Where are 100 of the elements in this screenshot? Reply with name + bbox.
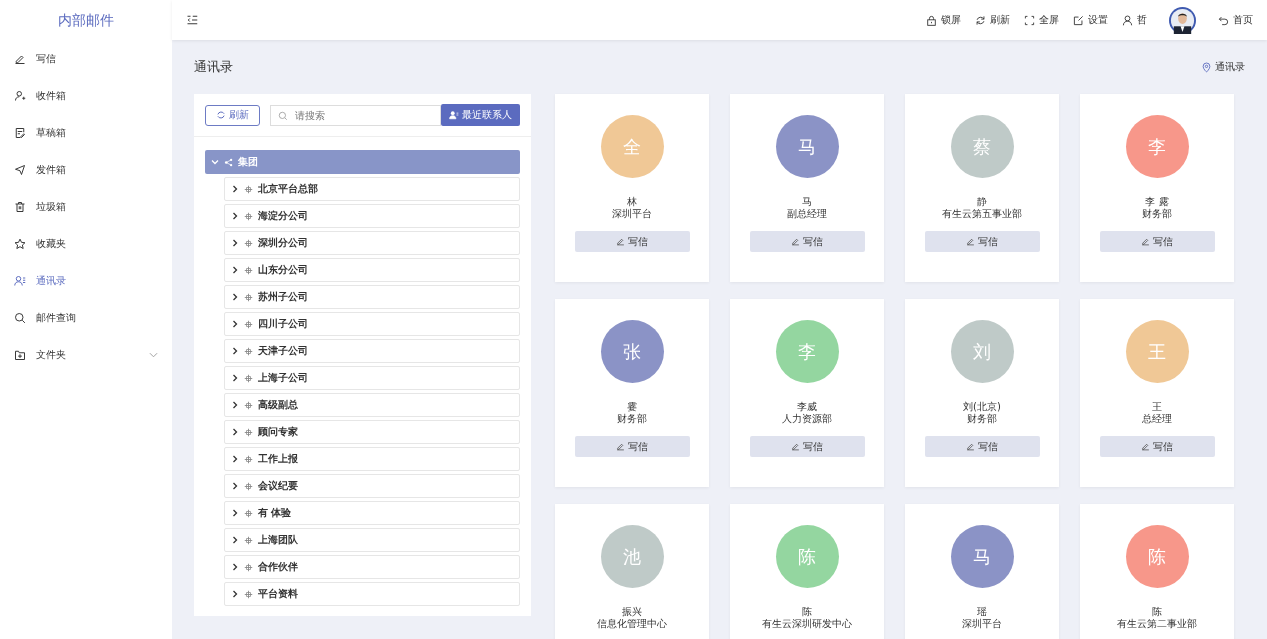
- tree-node[interactable]: 山东分公司: [224, 258, 520, 282]
- page-title: 通讯录: [194, 58, 233, 76]
- tree-node[interactable]: 苏州子公司: [224, 285, 520, 309]
- contact-name: 李 露: [1145, 196, 1169, 208]
- pencil-icon: [791, 237, 800, 246]
- node-icon: [244, 211, 253, 221]
- contact-avatar: 马: [775, 115, 839, 178]
- node-icon: [244, 508, 253, 518]
- contact-name: 瑶: [977, 606, 987, 618]
- write-mail-button[interactable]: 写信: [1099, 436, 1215, 457]
- toolbar-button[interactable]: 刷新: [975, 13, 1010, 27]
- contact-avatar: 李: [1125, 115, 1189, 178]
- sidebar-item[interactable]: 发件箱: [0, 151, 172, 188]
- toolbar-button[interactable]: 首页: [1218, 13, 1253, 27]
- refresh-icon: [975, 14, 986, 26]
- node-icon: [244, 292, 253, 302]
- menu-collapse-icon[interactable]: [186, 14, 198, 26]
- edit-icon: [1073, 14, 1084, 26]
- tree-node[interactable]: 深圳分公司: [224, 231, 520, 255]
- share-icon: [224, 157, 233, 167]
- pencil-icon: [966, 237, 975, 246]
- tree-node[interactable]: 会议纪要: [224, 474, 520, 498]
- sidebar-item[interactable]: 垃圾箱: [0, 188, 172, 225]
- contact-name: 静: [977, 196, 987, 208]
- recent-contacts-button[interactable]: 最近联系人: [441, 104, 520, 126]
- contact-name: 王: [1152, 401, 1162, 413]
- contact-name: 霎: [627, 401, 637, 413]
- contact-department: 财务部: [1142, 208, 1172, 220]
- node-icon: [244, 535, 253, 545]
- toolbar-button[interactable]: 设置: [1073, 13, 1108, 27]
- contact-department: 深圳平台: [962, 618, 1002, 630]
- sidebar-item[interactable]: 收藏夹: [0, 225, 172, 262]
- tree-node[interactable]: 四川子公司: [224, 312, 520, 336]
- sidebar-item[interactable]: 写信: [0, 40, 172, 77]
- contact-avatar: 马: [950, 525, 1014, 588]
- contact-name: 陈: [1152, 606, 1162, 618]
- refresh-icon: [216, 110, 226, 120]
- tree-node[interactable]: 高级副总: [224, 393, 520, 417]
- node-icon: [244, 184, 253, 194]
- tree-node[interactable]: 海淀分公司: [224, 204, 520, 228]
- pencil-icon: [616, 442, 625, 451]
- toolbar-button[interactable]: 哲: [1122, 13, 1147, 27]
- pencil-icon: [1141, 237, 1150, 246]
- contact-department: 总经理: [1142, 413, 1172, 425]
- tree-node[interactable]: 天津子公司: [224, 339, 520, 363]
- write-mail-button[interactable]: 写信: [1099, 231, 1215, 252]
- folder-icon: [14, 348, 26, 361]
- sidebar-item[interactable]: 通讯录: [0, 262, 172, 299]
- contact-name: 马: [802, 196, 812, 208]
- contact-department: 信息化管理中心: [597, 618, 667, 630]
- node-icon: [244, 319, 253, 329]
- tree-node[interactable]: 合作伙伴: [224, 555, 520, 579]
- pencil-icon: [966, 442, 975, 451]
- tree-node[interactable]: 上海子公司: [224, 366, 520, 390]
- contact-avatar: 池: [600, 525, 664, 588]
- tree-node[interactable]: 顾问专家: [224, 420, 520, 444]
- write-mail-button[interactable]: 写信: [924, 436, 1040, 457]
- tree-node[interactable]: 工作上报: [224, 447, 520, 471]
- lock-icon: [926, 14, 937, 26]
- toolbar-button[interactable]: 锁屏: [926, 13, 961, 27]
- contact-department: 有生云第五事业部: [942, 208, 1022, 220]
- sidebar-item[interactable]: 文件夹: [0, 336, 172, 373]
- breadcrumb[interactable]: 通讯录: [1202, 60, 1245, 74]
- sidebar-item[interactable]: 邮件查询: [0, 299, 172, 336]
- send-icon: [14, 163, 26, 176]
- tree-node[interactable]: 平台资料: [224, 582, 520, 606]
- contact-avatar: 陈: [775, 525, 839, 588]
- contact-department: 有生云深圳研发中心: [762, 618, 852, 630]
- write-mail-button[interactable]: 写信: [749, 436, 865, 457]
- contact-avatar: 刘: [950, 320, 1014, 383]
- sidebar-item[interactable]: 草稿箱: [0, 114, 172, 151]
- user-icon: [1122, 14, 1133, 26]
- contact-avatar: 蔡: [950, 115, 1014, 178]
- sidebar-item[interactable]: 收件箱: [0, 77, 172, 114]
- tree-node[interactable]: 有 体验: [224, 501, 520, 525]
- tree-node[interactable]: 上海团队: [224, 528, 520, 552]
- write-mail-button[interactable]: 写信: [574, 436, 690, 457]
- refresh-button[interactable]: 刷新: [205, 104, 260, 126]
- tree-node[interactable]: 北京平台总部: [224, 177, 520, 201]
- pencil-icon: [1141, 442, 1150, 451]
- trash-icon: [14, 200, 26, 213]
- contact-department: 深圳平台: [612, 208, 652, 220]
- write-mail-button[interactable]: 写信: [574, 231, 690, 252]
- pencil-icon: [616, 237, 625, 246]
- contact-department: 副总经理: [787, 208, 827, 220]
- write-mail-button[interactable]: 写信: [749, 231, 865, 252]
- search-field[interactable]: 请搜索: [270, 104, 441, 126]
- contact-department: 有生云第二事业部: [1117, 618, 1197, 630]
- contact-avatar: 张: [600, 320, 664, 383]
- contact-name: 陈: [802, 606, 812, 618]
- node-icon: [244, 589, 253, 599]
- write-mail-button[interactable]: 写信: [924, 231, 1040, 252]
- node-icon: [244, 427, 253, 437]
- node-icon: [244, 481, 253, 491]
- toolbar-button[interactable]: 全屏: [1024, 13, 1059, 27]
- contact-name: 刘(北京): [963, 401, 1001, 413]
- contact-avatar: 李: [775, 320, 839, 383]
- contact-department: 财务部: [617, 413, 647, 425]
- star-icon: [14, 237, 26, 250]
- location-pin-icon: [1202, 61, 1211, 73]
